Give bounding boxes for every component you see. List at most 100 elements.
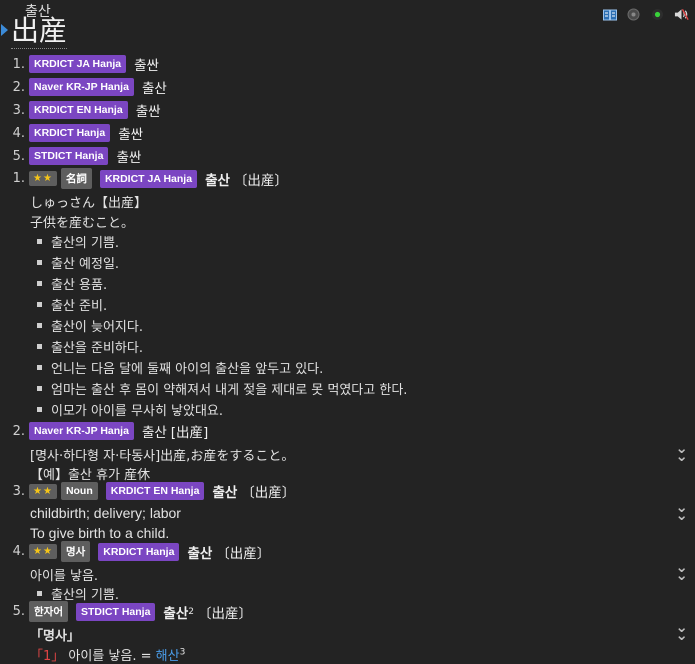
row-number: 4. (12, 125, 25, 141)
definition-text: 아이를 낳음. = (68, 649, 156, 664)
example-item: 출산의 기쁨. (37, 232, 119, 251)
entry-number: 2. (12, 423, 25, 439)
circle-icon[interactable] (626, 7, 641, 22)
pos-tag: Noun (60, 482, 98, 500)
entry-hanja: 〔出産〕 (216, 545, 271, 562)
summary-row[interactable]: 3. KRDICT EN Hanja 출싼 (0, 100, 161, 120)
example-text: 출산 용품. (51, 278, 108, 293)
toolbar-icons (602, 7, 689, 22)
bullet-icon (37, 239, 42, 244)
entry-number: 3. (12, 483, 25, 499)
row-number: 2. (12, 79, 25, 95)
dict-tag: Naver KR-JP Hanja (29, 422, 134, 440)
entry-word: 출산 (212, 485, 238, 501)
entry-header: 1. ★★ 名詞 KRDICT JA Hanja 출산 〔出産〕 (0, 168, 288, 189)
entry-number: 4. (12, 544, 25, 559)
green-dot-icon[interactable] (650, 7, 665, 22)
bullet-icon (37, 365, 42, 370)
row-number: 3. (12, 102, 25, 118)
dict-tag: KRDICT EN Hanja (105, 482, 205, 500)
dict-tag: STDICT Hanja (75, 602, 156, 621)
example-text: 출산을 준비하다. (51, 341, 143, 356)
entry-word: 출산 (141, 425, 167, 441)
star-rating: ★★ (29, 171, 57, 186)
link-homonym-number: 3 (179, 647, 186, 658)
book-icon[interactable] (602, 7, 617, 22)
entry-definition: 아이를 낳음. (30, 569, 99, 584)
pos-tag: 名詞 (60, 168, 92, 189)
dict-tag: KRDICT EN Hanja (29, 101, 128, 119)
summary-row[interactable]: 5. STDICT Hanja 출싼 (0, 146, 141, 166)
dict-tag: KRDICT Hanja (98, 542, 180, 561)
pos-label: 「명사」 (30, 629, 80, 644)
homonym-number: 2 (188, 606, 194, 617)
bullet-icon (37, 386, 42, 391)
summary-word: 출싼 (116, 150, 142, 166)
sense-number: 「1」 (30, 649, 65, 664)
dict-tag: KRDICT JA Hanja (99, 169, 198, 188)
bullet-icon (37, 260, 42, 265)
example-text: 엄마는 출산 후 몸이 약해져서 내게 젖을 제대로 못 먹였다고 한다. (51, 383, 408, 398)
example-item: 이모가 아이를 무사히 낳았대요. (37, 400, 223, 419)
entry-number: 5. (12, 604, 25, 619)
expand-chevron-icon[interactable]: ⌄ ⌄ (675, 560, 688, 583)
dict-tag: KRDICT Hanja (29, 124, 111, 142)
example-item: 출산 용품. (37, 274, 107, 293)
entry-definition: childbirth; delivery; labor (30, 505, 181, 521)
entry-word: 출산 (163, 605, 189, 622)
example-text: 출산이 늦어지다. (51, 320, 143, 335)
entry-definition: [명사·하다형 자·타동사]出産,お産をすること。 (30, 449, 295, 464)
expand-chevron-icon[interactable]: ⌄ ⌄ (675, 620, 688, 643)
example-item: 출산 준비. (37, 295, 107, 314)
speaker-icon[interactable] (674, 7, 689, 22)
entry-header: 4. ★★ 명사 KRDICT Hanja 출산 〔出産〕 (0, 541, 270, 562)
example-item: 출산이 늦어지다. (37, 316, 143, 335)
dict-tag: STDICT Hanja (29, 147, 109, 165)
example-text: 출산의 기쁨. (51, 236, 120, 251)
bullet-icon (37, 344, 42, 349)
row-number: 5. (12, 148, 25, 164)
summary-row[interactable]: 4. KRDICT Hanja 출싼 (0, 123, 143, 143)
entry-hanja: 〔出産〕 (241, 485, 296, 501)
entry-word: 출산 (187, 545, 213, 562)
dict-tag: Naver KR-JP Hanja (29, 78, 134, 96)
star-rating: ★★ (29, 483, 57, 499)
entry-number: 1. (12, 171, 25, 186)
entry-definition: 子供を産むこと。 (30, 216, 135, 231)
entry-hanja: 〔出産〕 (198, 605, 252, 622)
entry-hanja: 〔出産〕 (233, 172, 288, 189)
pos-tag: 한자어 (29, 601, 68, 622)
dict-tag: KRDICT JA Hanja (29, 55, 127, 73)
example-item: 출산을 준비하다. (37, 337, 143, 356)
star-rating: ★★ (29, 544, 57, 559)
summary-word: 출싼 (118, 127, 144, 143)
entry-sentence: To give birth to a child. (30, 525, 170, 541)
summary-row[interactable]: 2. Naver KR-JP Hanja 출산 (0, 77, 167, 97)
entry-word: 출산 (205, 172, 230, 189)
expand-arrow-icon[interactable] (1, 24, 8, 36)
expand-chevron-icon[interactable]: ⌄ ⌄ (675, 500, 688, 523)
summary-word: 출싼 (134, 58, 159, 74)
entry-definition: 「1」 아이를 낳음. = 해산3 (30, 645, 185, 664)
example-item: 엄마는 출산 후 몸이 약해져서 내게 젖을 제대로 못 먹였다고 한다. (37, 379, 407, 398)
bullet-icon (37, 323, 42, 328)
bullet-icon (37, 281, 42, 286)
cross-reference-link[interactable]: 해산 (156, 649, 180, 664)
summary-word: 출싼 (135, 104, 161, 120)
bullet-icon (37, 302, 42, 307)
bullet-icon (37, 591, 42, 596)
pos-tag: 명사 (60, 541, 91, 562)
example-item: 출산 예정일. (37, 253, 119, 272)
example-text: 언니는 다음 달에 둘째 아이의 출산을 앞두고 있다. (51, 362, 324, 377)
bullet-icon (37, 407, 42, 412)
row-number: 1. (12, 56, 25, 72)
expand-chevron-icon[interactable]: ⌄ ⌄ (675, 441, 688, 464)
example-item: 언니는 다음 달에 둘째 아이의 출산을 앞두고 있다. (37, 358, 323, 377)
entry-header: 3. ★★ Noun KRDICT EN Hanja 출산 〔出産〕 (0, 481, 295, 501)
entry-hanja: [出産] (170, 425, 209, 441)
headword: 出産 (11, 14, 68, 49)
example-text: 출산 준비. (51, 299, 108, 314)
summary-row[interactable]: 1. KRDICT JA Hanja 출싼 (0, 54, 159, 74)
example-text: 이모가 아이를 무사히 낳았대요. (51, 404, 224, 419)
entry-header: 5. 한자어 STDICT Hanja 출산 2 〔出産〕 (0, 601, 252, 622)
